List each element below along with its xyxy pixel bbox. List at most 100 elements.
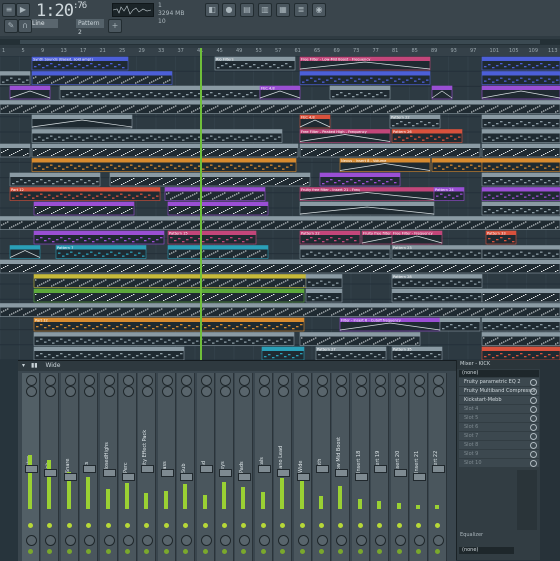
effect-slot[interactable]: Kickstart-Mebb [459,396,539,404]
playlist-clip[interactable] [299,143,481,158]
send-knob[interactable] [355,535,367,546]
pan-knob[interactable] [26,375,37,386]
mute-led[interactable] [125,523,130,528]
stereo-knob[interactable] [239,386,251,397]
mixer-strip[interactable]: Low Mid Boost [332,373,351,561]
effect-slot[interactable]: Slot 7 [459,432,539,440]
volume-fader[interactable] [44,469,58,477]
slot-mix-knob-icon[interactable] [530,397,537,404]
playlist-clip[interactable]: Free Filter - Frequency [391,230,443,245]
volume-fader[interactable] [122,473,135,481]
slot-mix-faders[interactable] [517,470,537,530]
mute-led[interactable] [319,523,324,528]
pan-knob[interactable] [123,375,134,386]
volume-fader[interactable] [238,473,252,481]
mixer-strip[interactable]: Insert 19 [371,373,390,561]
mute-led[interactable] [338,523,344,528]
send-knob[interactable] [45,535,57,546]
pan-knob[interactable] [375,375,387,386]
playlist-clip[interactable]: Rio Filters [214,56,296,71]
stereo-knob[interactable] [45,386,57,397]
volume-fader[interactable] [374,465,388,473]
playlist-clip[interactable] [33,274,307,288]
pan-knob[interactable] [103,375,115,386]
playlist-clip[interactable] [31,158,297,172]
slot-mix-knob-icon[interactable] [530,388,537,395]
mute-led[interactable] [47,523,53,528]
mute-led[interactable] [280,523,286,528]
playlist-clip[interactable] [481,129,560,143]
effect-slot[interactable]: Fruity Multiband Compressor [459,387,539,395]
slot-mix-knob-icon[interactable] [530,406,537,413]
route-led[interactable] [125,549,130,554]
mixer-strip[interactable]: Fruity Effect Pack [138,373,157,561]
send-knob[interactable] [26,535,37,546]
volume-fader[interactable] [219,469,232,477]
playlist-clip[interactable]: Part 12 [33,317,305,332]
volume-fader[interactable] [160,469,174,477]
send-knob[interactable] [161,535,173,546]
mixer-strip[interactable]: Insert 18 [351,373,370,561]
pan-knob[interactable] [278,375,290,386]
pan-knob[interactable] [64,375,76,386]
send-knob[interactable] [200,535,212,546]
playlist-clip[interactable] [481,332,560,346]
playlist-clip[interactable] [299,245,391,259]
send-knob[interactable] [336,535,348,546]
send-knob[interactable] [375,535,387,546]
mixer-strip[interactable]: ClosedHighs [99,373,118,561]
playlist-clip[interactable] [0,216,560,230]
mixer-strip[interactable]: Piano Lead [274,373,293,561]
playlist-icon[interactable]: ▤ [240,3,254,17]
mixer-strip[interactable]: Vocals [254,373,273,561]
playlist-clip[interactable]: Pattern 26 [391,129,463,143]
mic-icon[interactable]: ● [222,3,236,17]
output-select[interactable]: (none) [459,547,514,554]
playlist-clip[interactable] [9,172,101,187]
playlist-clip[interactable] [0,143,31,158]
slot-mix-knob-icon[interactable] [530,379,537,386]
send-knob[interactable] [239,535,251,546]
pan-knob[interactable] [161,375,173,386]
mixer-strip[interactable]: Sub [177,373,196,561]
stereo-knob[interactable] [26,386,37,397]
playlist-clip[interactable] [481,187,560,201]
playlist-clip[interactable] [167,245,269,259]
playlist-clip[interactable]: Pattern 28 [391,274,483,288]
stereo-knob[interactable] [103,386,115,397]
mixer-strip[interactable]: Insert 21 [410,373,428,561]
mute-led[interactable] [163,523,169,528]
add-pattern-icon[interactable]: + [108,19,122,33]
route-led[interactable] [377,549,383,554]
pan-knob[interactable] [297,375,309,386]
playlist-clip[interactable] [481,245,560,259]
playlist-clip[interactable] [261,346,305,360]
playlist-clip[interactable] [164,187,266,201]
playlist-clip[interactable] [431,85,453,100]
mixer-strip[interactable]: Insert 20 [390,373,409,561]
volume-fader[interactable] [180,473,194,481]
stereo-knob[interactable] [278,386,290,397]
stereo-knob[interactable] [317,386,328,397]
effect-slot[interactable]: Slot 8 [459,441,539,449]
pan-knob[interactable] [220,375,231,386]
stereo-knob[interactable] [433,386,445,397]
pan-knob[interactable] [200,375,212,386]
volume-fader[interactable] [413,473,426,481]
route-led[interactable] [416,549,421,554]
route-led[interactable] [144,549,150,554]
playlist-clip[interactable]: Pattern 33 [485,230,517,245]
playlist-clip[interactable] [319,172,401,187]
send-knob[interactable] [64,535,76,546]
mute-led[interactable] [105,523,111,528]
volume-fader[interactable] [83,465,97,473]
pan-knob[interactable] [317,375,328,386]
playlist-clip[interactable] [481,143,560,158]
send-knob[interactable] [220,535,231,546]
effect-slot[interactable]: Slot 10 [459,459,539,467]
stereo-knob[interactable] [258,386,270,397]
pan-knob[interactable] [394,375,406,386]
route-led[interactable] [396,549,402,554]
stereo-knob[interactable] [355,386,367,397]
route-led[interactable] [299,549,305,554]
